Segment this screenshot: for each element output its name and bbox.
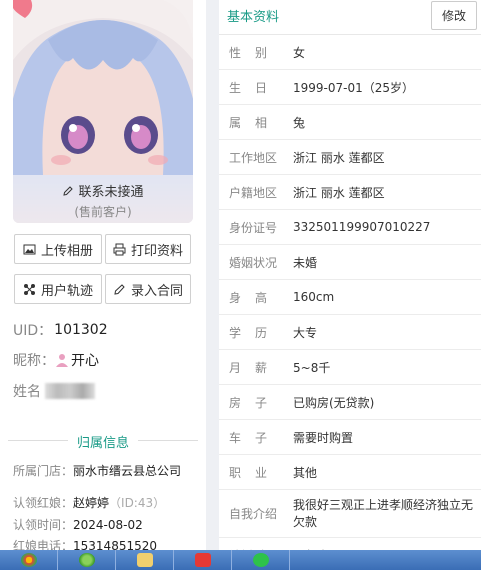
info-row: 户籍地区 浙江 丽水 莲都区: [219, 175, 481, 210]
ownership-section-title: 归属信息: [0, 432, 206, 451]
info-row: 属相兔: [219, 105, 481, 140]
info-row: 月薪 5~8千: [219, 350, 481, 385]
pencil-icon: [114, 283, 125, 295]
customer-type: (售前客户): [74, 205, 132, 219]
avatar-card: 联系未接通 (售前客户): [13, 0, 193, 223]
user-icon: [56, 354, 68, 367]
network-icon: [23, 283, 35, 295]
info-row: 学历 大专: [219, 315, 481, 350]
contact-status-text: 联系未接通: [78, 185, 144, 200]
uid-line: UID： 101302: [13, 320, 108, 340]
info-row-value: 需要时购置: [293, 430, 354, 445]
upload-album-button[interactable]: 上传相册: [14, 234, 102, 264]
print-info-button[interactable]: 打印资料: [105, 234, 191, 264]
contact-status[interactable]: 联系未接通: [13, 181, 193, 200]
nickname-line: 昵称： 开心: [13, 350, 99, 370]
info-row-value: 已购房(无贷款): [293, 395, 375, 410]
info-row-label: 职业: [229, 465, 282, 480]
info-row: 生日 1999-07-01（25岁）: [219, 70, 481, 105]
uid-label: UID：: [13, 323, 53, 339]
basic-info-panel: 基本资料 修改 性别女生日 1999-07-01（25岁） 属相兔工作地区 浙江 丽水…: [219, 0, 481, 570]
edit-button[interactable]: 修改: [431, 1, 477, 30]
upload-album-label: 上传相册: [40, 243, 93, 259]
taskbar-wechat-icon[interactable]: [232, 550, 290, 570]
info-row-label: 生日: [229, 80, 282, 95]
info-row-label: 婚姻状况: [229, 255, 278, 270]
taskbar-app-icon[interactable]: [174, 550, 232, 570]
info-row-value: 我很好三观正上进孝顺经济独立无欠款: [293, 497, 474, 529]
basic-info-title: 基本资料: [227, 10, 280, 25]
avatar: [13, 0, 193, 175]
name-label: 姓名: [13, 384, 41, 400]
avatar-caption: 联系未接通 (售前客户): [13, 175, 193, 223]
pencil-icon: [63, 185, 74, 196]
user-track-button[interactable]: 用户轨迹: [14, 274, 102, 304]
store-line: 所属门店：丽水市缙云县总公司: [13, 462, 181, 479]
info-row-value: 其他: [293, 465, 318, 480]
taskbar-folder-icon[interactable]: [116, 550, 174, 570]
info-row-value: 浙江 丽水 莲都区: [293, 150, 385, 165]
nickname-label: 昵称：: [13, 353, 55, 369]
info-row-value: 160cm: [293, 290, 335, 304]
claim-time-label: 认领时间：: [13, 518, 74, 532]
matchmaker-label: 认领红娘：: [13, 496, 74, 510]
info-row: 职业 其他: [219, 455, 481, 490]
name-line: 姓名: [13, 381, 95, 401]
info-row-label: 属相: [229, 115, 282, 130]
info-row-value: 332501199907010227: [293, 220, 431, 234]
info-row: 身高 160cm: [219, 280, 481, 315]
info-row-label: 工作地区: [229, 150, 278, 165]
info-row-value: 大专: [293, 325, 318, 340]
info-row-label: 户籍地区: [229, 185, 278, 200]
store-label: 所属门店：: [13, 464, 74, 478]
user-track-label: 用户轨迹: [40, 283, 93, 299]
info-row-value: 女: [293, 45, 306, 60]
profile-sidebar: 联系未接通 (售前客户) 上传相册 打印资料 用户轨迹 录入合同 UID： 10…: [0, 0, 206, 570]
claim-time-line: 认领时间：2024-08-02: [13, 516, 143, 533]
info-row-label: 车子: [229, 430, 282, 445]
info-row-label: 身高: [229, 290, 282, 305]
info-row: 身份证号 332501199907010227: [219, 210, 481, 245]
print-info-label: 打印资料: [130, 243, 183, 259]
taskbar-chrome-icon[interactable]: [0, 550, 58, 570]
info-row: 自我介绍 我很好三观正上进孝顺经济独立无欠款: [219, 490, 481, 538]
info-row-value: 浙江 丽水 莲都区: [293, 185, 385, 200]
info-row-label: 学历: [229, 325, 282, 340]
nickname-value: 开心: [71, 353, 99, 369]
matchmaker-value: 赵婷婷: [73, 496, 110, 510]
panel-divider: [206, 0, 219, 570]
printer-icon: [113, 243, 126, 255]
matchmaker-line: 认领红娘：赵婷婷（ID:43）: [13, 494, 165, 511]
info-row-value: 1999-07-01（25岁）: [293, 80, 415, 95]
image-icon: [23, 244, 36, 254]
uid-value: 101302: [54, 322, 108, 338]
name-redacted: [45, 383, 95, 399]
taskbar-browser-icon[interactable]: [58, 550, 116, 570]
info-row-label: 性别: [229, 45, 282, 60]
enter-contract-button[interactable]: 录入合同: [105, 274, 191, 304]
matchmaker-id: （ID:43）: [109, 496, 166, 510]
enter-contract-label: 录入合同: [130, 283, 183, 299]
info-row-label: 房子: [229, 395, 282, 410]
info-row: 婚姻状况 未婚: [219, 245, 481, 280]
info-row-value: 兔: [293, 115, 306, 130]
info-row-value: 5~8千: [293, 360, 331, 375]
info-row: 性别女: [219, 35, 481, 70]
info-row: 房子 已购房(无贷款): [219, 385, 481, 420]
info-row-label: 月薪: [229, 360, 282, 375]
info-row-label: 自我介绍: [229, 507, 278, 521]
info-row: 工作地区 浙江 丽水 莲都区: [219, 140, 481, 175]
store-value: 丽水市缙云县总公司: [73, 464, 182, 478]
info-row-value: 未婚: [293, 255, 318, 270]
info-row-label: 身份证号: [229, 220, 278, 235]
claim-time-value: 2024-08-02: [73, 518, 143, 532]
info-row: 车子 需要时购置: [219, 420, 481, 455]
taskbar: [0, 550, 481, 570]
basic-info-header: 基本资料 修改: [219, 0, 481, 35]
